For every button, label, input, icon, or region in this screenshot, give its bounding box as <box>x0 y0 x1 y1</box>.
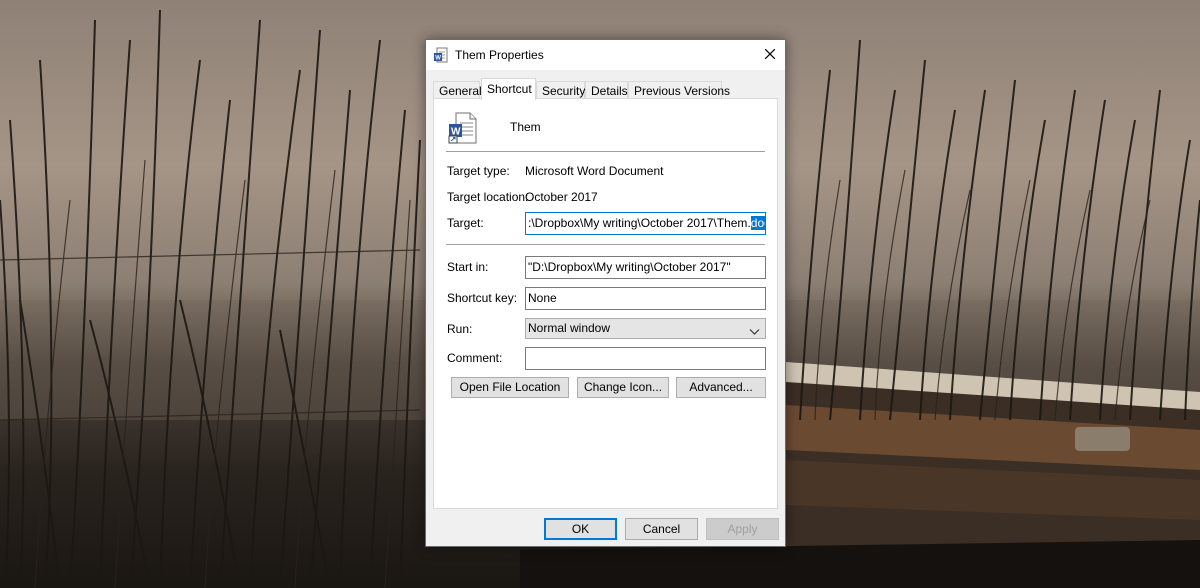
open-file-location-button[interactable]: Open File Location <box>451 377 569 398</box>
tab-security[interactable]: Security <box>536 81 585 99</box>
run-select-value: Normal window <box>528 321 611 335</box>
target-type-label: Target type: <box>447 164 510 178</box>
word-document-icon: W <box>433 47 449 63</box>
properties-dialog: W Them Properties General Shortcut Secur… <box>425 39 786 547</box>
divider <box>446 244 765 245</box>
tab-previous-versions[interactable]: Previous Versions <box>628 81 730 99</box>
target-selected-text: docx <box>750 216 765 230</box>
run-label: Run: <box>447 322 473 336</box>
cancel-button[interactable]: Cancel <box>625 518 698 540</box>
run-select[interactable]: Normal window <box>525 318 766 339</box>
target-location-label: Target location: <box>447 190 529 204</box>
target-input[interactable]: :\Dropbox\My writing\October 2017\Them.d… <box>525 212 766 235</box>
comment-input[interactable] <box>525 347 766 370</box>
target-type-value: Microsoft Word Document <box>525 164 664 178</box>
divider <box>446 151 765 152</box>
tab-details[interactable]: Details <box>585 81 628 99</box>
svg-text:W: W <box>435 56 441 62</box>
close-button[interactable] <box>755 40 785 70</box>
dialog-title: Them Properties <box>455 48 544 62</box>
advanced-button[interactable]: Advanced... <box>676 377 766 398</box>
change-icon-button[interactable]: Change Icon... <box>577 377 669 398</box>
comment-label: Comment: <box>447 351 503 365</box>
shortcut-tab-panel: W Them Target type: Microsoft Word Docum… <box>433 98 778 509</box>
tab-general[interactable]: General <box>433 81 482 99</box>
chevron-down-icon <box>749 324 760 335</box>
word-shortcut-icon: W <box>448 112 478 144</box>
title-bar[interactable]: W Them Properties <box>426 40 785 70</box>
target-location-value: October 2017 <box>525 190 598 204</box>
ok-button[interactable]: OK <box>544 518 617 540</box>
tab-shortcut[interactable]: Shortcut <box>481 78 536 100</box>
target-text: :\Dropbox\My writing\October 2017\Them. <box>528 216 751 230</box>
target-label: Target: <box>447 216 484 230</box>
file-name: Them <box>510 120 541 134</box>
apply-button[interactable]: Apply <box>706 518 779 540</box>
shortcut-key-label: Shortcut key: <box>447 291 518 305</box>
shortcut-key-input[interactable]: None <box>525 287 766 310</box>
start-in-label: Start in: <box>447 260 489 274</box>
start-in-input[interactable]: "D:\Dropbox\My writing\October 2017" <box>525 256 766 279</box>
close-icon <box>764 48 776 62</box>
